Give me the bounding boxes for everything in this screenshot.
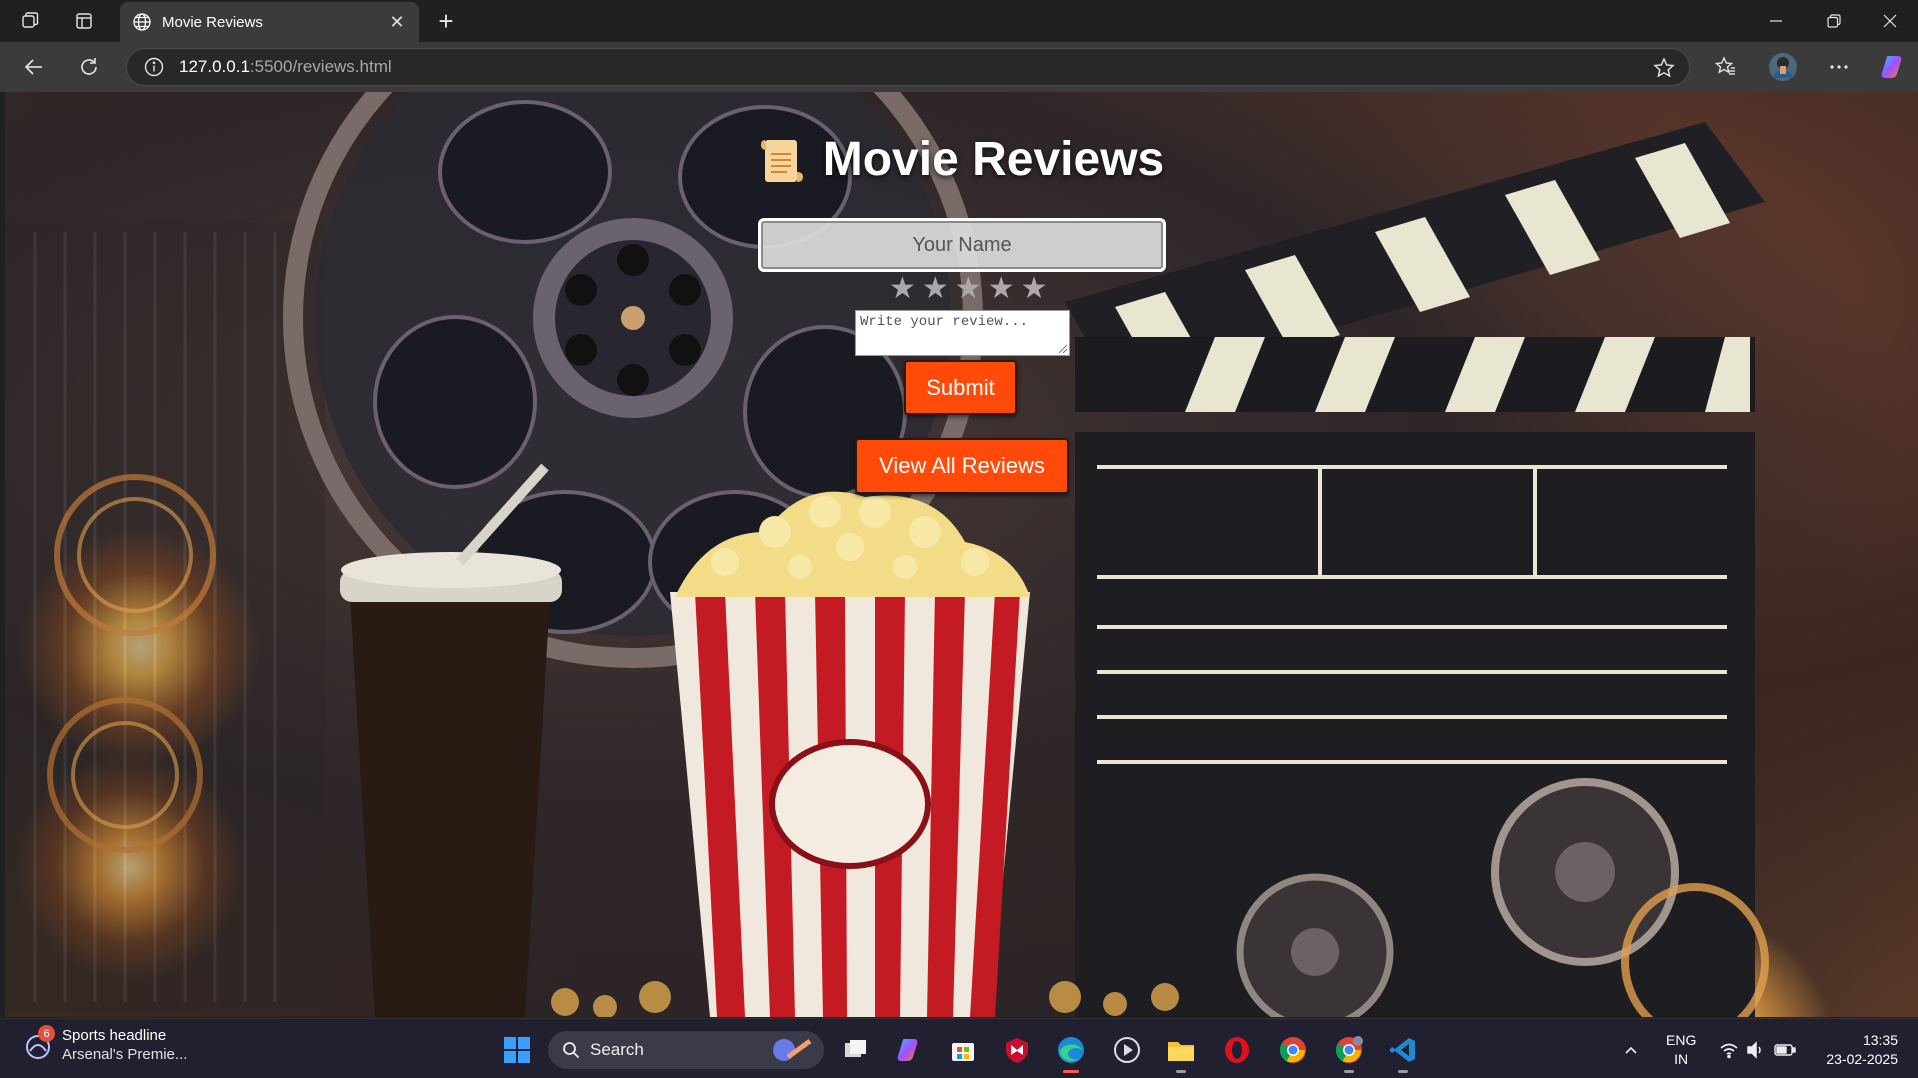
name-input[interactable] [758,218,1166,272]
star-4-icon[interactable]: ★ [988,274,1015,304]
favorites-icon[interactable] [1709,51,1743,83]
search-icon [563,1042,580,1059]
favorite-star-icon[interactable] [1653,57,1675,79]
view-all-reviews-button[interactable]: View All Reviews [855,438,1069,494]
opera-icon[interactable] [1220,1033,1254,1067]
volume-icon[interactable] [1738,1033,1772,1067]
star-5-icon[interactable]: ★ [1021,274,1048,304]
vertical-tabs-icon[interactable] [68,6,100,36]
close-window-icon[interactable] [1862,0,1918,42]
news-title: Sports headline [62,1027,167,1044]
back-icon[interactable] [17,51,51,83]
tab-title: Movie Reviews [162,13,263,31]
url-host: 127.0.0.1 [179,57,250,76]
address-bar[interactable]: 127.0.0.1:5500/reviews.html [126,48,1690,86]
language-code: ENG [1666,1032,1697,1048]
resize-handle-icon[interactable] [1057,343,1068,354]
page-title: Movie Reviews [822,133,1165,186]
submit-button[interactable]: Submit [904,360,1017,415]
start-icon[interactable] [500,1033,534,1067]
tab-movie-reviews[interactable]: Movie Reviews ✕ [120,2,419,42]
language-region: IN [1674,1051,1689,1067]
profile-avatar[interactable] [1766,51,1800,83]
search-highlight-icon [773,1038,812,1061]
refresh-icon[interactable] [72,51,106,83]
restore-icon[interactable] [1806,0,1862,42]
news-badge: 6 [38,1025,55,1042]
star-2-icon[interactable]: ★ [922,274,949,304]
close-tab-icon[interactable]: ✕ [387,12,407,33]
vscode-open-indicator [1398,1070,1408,1073]
clock-date: 23-02-2025 [1826,1051,1898,1067]
chrome-profile-icon[interactable] [1332,1033,1366,1073]
copilot-icon[interactable] [1876,51,1910,83]
explorer-open-indicator [1176,1070,1186,1073]
task-view-icon[interactable] [838,1033,872,1067]
chrome-icon[interactable] [1276,1033,1310,1067]
workspaces-icon[interactable] [14,6,46,36]
page-viewport: Movie Reviews ★ ★ ★ ★ ★ Submit View All … [5,92,1918,1017]
news-widget-icon-wrap: 6 [24,1025,55,1061]
new-tab-button[interactable]: + [430,6,462,36]
star-3-icon[interactable]: ★ [955,274,982,304]
search-label: Search [590,1040,644,1059]
vscode-icon[interactable] [1386,1033,1420,1073]
site-info-icon[interactable] [143,56,165,78]
windows-taskbar: 6 Sports headline Arsenal's Premie... Se… [0,1018,1918,1078]
battery-icon[interactable] [1768,1033,1802,1067]
star-rating[interactable]: ★ ★ ★ ★ ★ [889,274,1048,304]
edge-icon[interactable] [1054,1033,1088,1073]
media-player-icon[interactable] [1110,1033,1144,1067]
store-icon[interactable] [946,1033,980,1067]
browser-toolbar: 127.0.0.1:5500/reviews.html [0,42,1918,92]
title-row: Movie Reviews [5,132,1918,187]
minimize-icon[interactable] [1748,0,1804,42]
star-1-icon[interactable]: ★ [889,274,916,304]
browser-tab-bar: Movie Reviews ✕ + [0,0,1918,42]
chrome-profile-open-indicator [1344,1070,1354,1073]
url-path: :5500/reviews.html [249,57,392,76]
review-textarea[interactable] [855,310,1070,356]
file-explorer-icon[interactable] [1164,1033,1198,1073]
copilot-taskbar-icon[interactable] [892,1033,926,1067]
news-widget[interactable]: 6 Sports headline Arsenal's Premie... [24,1025,188,1063]
news-subtitle: Arsenal's Premie... [62,1046,188,1063]
globe-icon [133,13,151,31]
scroll-icon [760,139,803,182]
show-hidden-icons-icon[interactable] [1614,1033,1648,1067]
edge-active-indicator [1063,1070,1079,1073]
mcafee-icon[interactable] [1000,1033,1034,1067]
clock-time: 13:35 [1862,1032,1898,1048]
language-indicator[interactable]: ENG IN [1666,1031,1696,1069]
clock[interactable]: 13:35 23-02-2025 [1810,1031,1898,1069]
taskbar-search[interactable]: Search [548,1031,824,1069]
more-menu-icon[interactable] [1822,51,1856,83]
